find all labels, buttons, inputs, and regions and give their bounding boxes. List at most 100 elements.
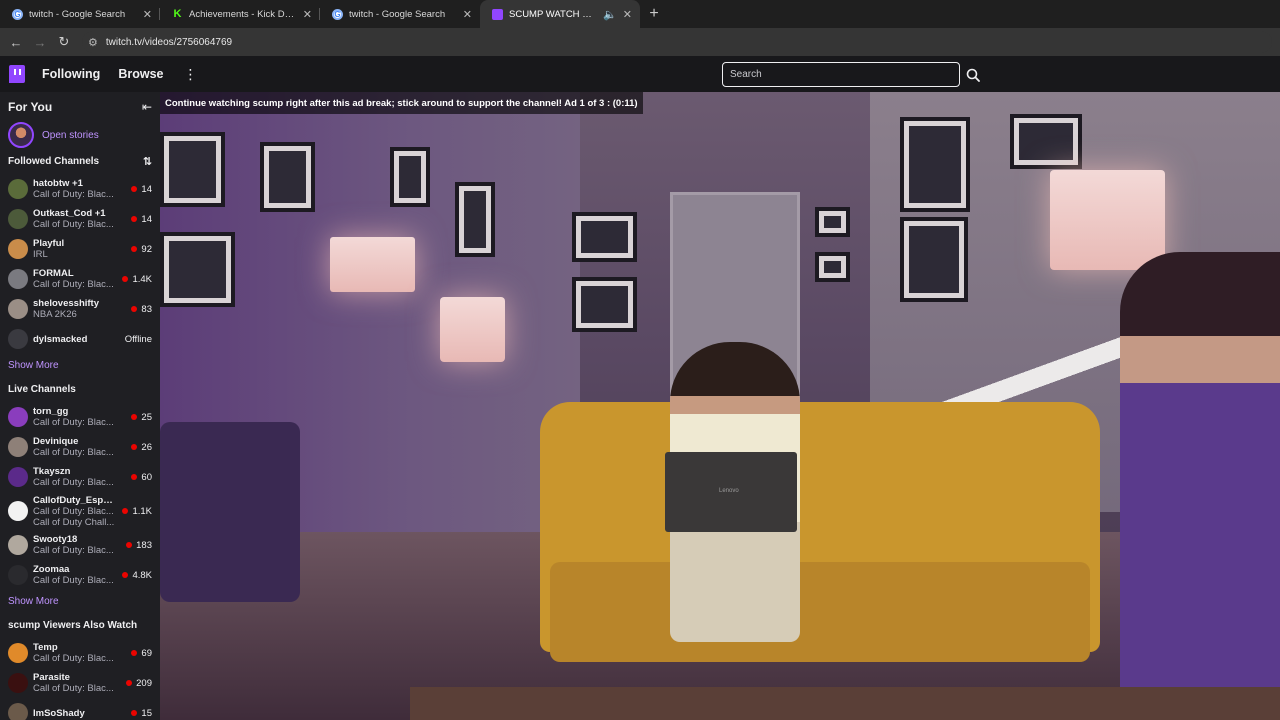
channel-name: Parasite bbox=[33, 672, 70, 683]
new-tab-button[interactable]: + bbox=[640, 0, 668, 28]
channel-item-offline[interactable]: dylsmacked Offline bbox=[0, 324, 160, 354]
channel-category: NBA 2K26 bbox=[33, 309, 77, 320]
url-field[interactable]: ⚙ twitch.tv/videos/2756064769 bbox=[82, 31, 1272, 53]
channel-item[interactable]: Outkast_Cod +1 Call of Duty: Blac... 14 bbox=[0, 204, 160, 234]
twitch-logo-icon[interactable] bbox=[9, 65, 25, 83]
tab-title: SCUMP WATCH PARTY!! RI bbox=[509, 8, 597, 20]
close-icon[interactable]: ✕ bbox=[143, 8, 152, 21]
open-stories-row[interactable]: Open stories bbox=[0, 122, 160, 148]
channel-name: Temp bbox=[33, 642, 58, 653]
channel-item[interactable]: Swooty18 Call of Duty: Blac... 183 bbox=[0, 530, 160, 560]
search-box bbox=[722, 62, 960, 87]
more-options-icon[interactable]: ⋮ bbox=[183, 66, 197, 83]
channel-item[interactable]: Playful IRL 92 bbox=[0, 234, 160, 264]
sort-icon[interactable]: ⇅ bbox=[143, 155, 152, 168]
close-icon[interactable]: ✕ bbox=[463, 8, 472, 21]
live-indicator-icon bbox=[131, 246, 138, 252]
channel-name: Playful bbox=[33, 238, 65, 249]
channel-item[interactable]: Temp Call of Duty: Blac... 69 bbox=[0, 638, 160, 668]
channel-name: CallofDuty_Esports bbox=[33, 494, 118, 506]
channel-name: torn_gg bbox=[33, 406, 69, 417]
address-bar-row: ← → ↻ ⚙ twitch.tv/videos/2756064769 bbox=[0, 28, 1280, 56]
channel-category: Call of Duty: Blac... bbox=[33, 447, 114, 458]
channel-item[interactable]: Zoomaa Call of Duty: Blac... 4.8K bbox=[0, 560, 160, 590]
avatar bbox=[8, 437, 28, 457]
site-info-icon[interactable]: ⚙ bbox=[88, 36, 98, 49]
viewer-count-value: 209 bbox=[136, 677, 152, 689]
channel-item[interactable]: Tkayszn Call of Duty: Blac... 60 bbox=[0, 462, 160, 492]
search-button[interactable] bbox=[961, 62, 985, 87]
browser-tab[interactable]: G twitch - Google Search ✕ bbox=[320, 0, 480, 28]
live-channels-heading: Live Channels bbox=[8, 383, 76, 395]
viewer-count: 1.4K bbox=[122, 274, 152, 285]
avatar bbox=[8, 643, 28, 663]
search-input[interactable] bbox=[723, 63, 959, 86]
viewer-count: 15 bbox=[131, 708, 152, 719]
channel-category: Call of Duty: Blac... bbox=[33, 505, 114, 517]
viewer-count-value: 26 bbox=[141, 441, 152, 453]
channel-item[interactable]: torn_gg Call of Duty: Blac... 25 bbox=[0, 402, 160, 432]
channel-name: hatobtw +1 bbox=[33, 178, 83, 189]
browser-tab[interactable]: K Achievements - Kick Dashboard ✕ bbox=[160, 0, 320, 28]
channel-name: Devinique bbox=[33, 436, 79, 447]
viewer-count-value: 92 bbox=[141, 243, 152, 255]
channel-item[interactable]: FORMAL Call of Duty: Blac... 1.4K bbox=[0, 264, 160, 294]
channel-item[interactable]: Parasite Call of Duty: Blac... 209 bbox=[0, 668, 160, 698]
avatar bbox=[8, 269, 28, 289]
viewer-count-value: 25 bbox=[141, 411, 152, 423]
ad-banner-text: Continue watching scump right after this… bbox=[165, 97, 638, 109]
speaker-icon[interactable]: 🔈 bbox=[603, 8, 617, 21]
channel-item[interactable]: hatobtw +1 Call of Duty: Blac... 14 bbox=[0, 174, 160, 204]
channel-item[interactable]: CallofDuty_Esports Call of Duty: Blac... C… bbox=[0, 492, 160, 530]
viewer-count-value: 1.4K bbox=[132, 273, 152, 285]
channel-name: shelovesshifty bbox=[33, 298, 99, 309]
story-avatar[interactable] bbox=[8, 122, 34, 148]
show-more-followed-link[interactable]: Show More bbox=[0, 354, 160, 376]
channel-name: Outkast_Cod +1 bbox=[33, 208, 106, 219]
viewer-count: 183 bbox=[126, 540, 152, 551]
offline-status: Offline bbox=[124, 333, 152, 345]
channel-item[interactable]: ImSoShady 15 bbox=[0, 698, 160, 720]
viewer-count-value: 4.8K bbox=[132, 569, 152, 581]
kick-icon: K bbox=[173, 8, 182, 20]
avatar bbox=[8, 467, 28, 487]
browser-tab-active[interactable]: SCUMP WATCH PARTY!! RI 🔈 ✕ bbox=[480, 0, 640, 28]
avatar bbox=[8, 501, 28, 521]
avatar bbox=[8, 565, 28, 585]
viewer-count: 83 bbox=[131, 304, 152, 315]
avatar bbox=[8, 209, 28, 229]
viewer-count: 92 bbox=[131, 244, 152, 255]
close-icon[interactable]: ✕ bbox=[303, 8, 312, 21]
google-icon: G bbox=[332, 8, 343, 20]
viewer-count-value: 15 bbox=[141, 707, 152, 719]
reload-icon[interactable]: ↻ bbox=[54, 32, 74, 52]
channel-item[interactable]: shelovesshifty NBA 2K26 83 bbox=[0, 294, 160, 324]
close-icon[interactable]: ✕ bbox=[623, 8, 632, 21]
channel-item[interactable]: Devinique Call of Duty: Blac... 26 bbox=[0, 432, 160, 462]
sidebar-header: For You ⇤ bbox=[0, 92, 160, 122]
open-stories-link[interactable]: Open stories bbox=[42, 130, 99, 141]
channel-name: Swooty18 bbox=[33, 534, 78, 545]
browser-tab[interactable]: G twitch - Google Search ✕ bbox=[0, 0, 160, 28]
live-indicator-icon bbox=[131, 216, 138, 222]
channel-name: FORMAL bbox=[33, 268, 74, 279]
avatar bbox=[8, 179, 28, 199]
live-indicator-icon bbox=[126, 680, 133, 686]
following-link[interactable]: Following bbox=[42, 67, 100, 81]
tab-title: twitch - Google Search bbox=[29, 8, 126, 20]
ad-banner: Continue watching scump right after this… bbox=[160, 92, 643, 114]
back-icon[interactable]: ← bbox=[6, 32, 26, 52]
viewer-count: 1.1K bbox=[122, 506, 152, 517]
tab-title: twitch - Google Search bbox=[349, 8, 446, 20]
show-more-live-link[interactable]: Show More bbox=[0, 590, 160, 612]
avatar bbox=[8, 407, 28, 427]
viewer-count-value: 60 bbox=[141, 471, 152, 483]
live-indicator-icon bbox=[131, 444, 138, 450]
browse-link[interactable]: Browse bbox=[118, 67, 163, 81]
followed-channels-heading: Followed Channels ⇅ bbox=[8, 155, 152, 168]
live-channels-list: torn_gg Call of Duty: Blac... 25 Devinique C… bbox=[0, 402, 160, 590]
collapse-sidebar-icon[interactable]: ⇤ bbox=[142, 100, 152, 114]
forward-icon[interactable]: → bbox=[30, 32, 50, 52]
video-player[interactable]: Lenovo Continue watching scump right aft… bbox=[160, 92, 1280, 720]
twitch-top-nav: Following Browse ⋮ bbox=[0, 56, 1280, 92]
